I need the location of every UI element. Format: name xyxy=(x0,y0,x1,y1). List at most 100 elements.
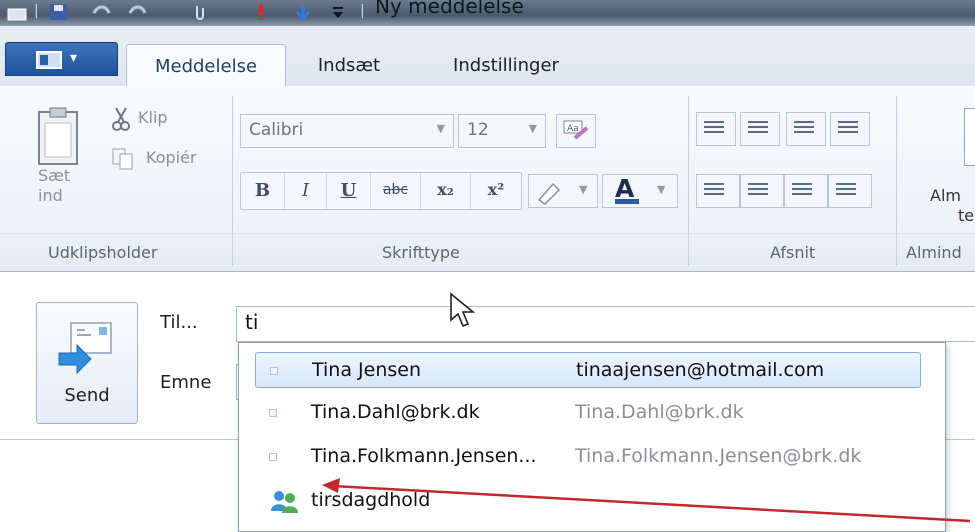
justify-button[interactable] xyxy=(828,174,872,208)
window-icon xyxy=(7,8,27,21)
superscript-button[interactable]: x² xyxy=(471,173,521,209)
copy-button[interactable]: Kopiér xyxy=(110,146,220,174)
paste-label-line1: Sæt xyxy=(38,166,71,185)
clipboard-icon xyxy=(38,107,78,165)
menu-icon xyxy=(36,51,62,69)
chevron-down-icon: ▼ xyxy=(579,183,588,196)
scissors-icon xyxy=(112,107,130,131)
tab-indsaet[interactable]: Indsæt xyxy=(290,44,408,88)
group-label-common: Almind xyxy=(906,243,962,262)
autocomplete-name: Tina.Folkmann.Jensen... xyxy=(311,445,537,467)
strikethrough-button[interactable]: abc xyxy=(371,173,421,209)
copy-label: Kopiér xyxy=(146,148,197,167)
chevron-down-icon: ▼ xyxy=(436,122,445,135)
document-icon xyxy=(964,108,975,166)
common-styles-label-line1: Alm xyxy=(930,186,961,205)
toolbar-separator: | xyxy=(360,3,365,19)
mouse-pointer-icon xyxy=(450,292,476,328)
font-name-value: Calibri xyxy=(249,120,304,140)
window-title: Ny meddelelse xyxy=(375,0,524,18)
to-button[interactable]: Til... xyxy=(160,312,198,333)
font-color-swatch xyxy=(615,199,639,204)
autocomplete-item[interactable]: Tina.Dahl@brk.dk Tina.Dahl@brk.dk xyxy=(255,395,921,431)
increase-indent-button[interactable] xyxy=(830,112,870,146)
autocomplete-name: Tina.Dahl@brk.dk xyxy=(311,401,480,423)
contact-icon xyxy=(269,453,277,461)
bullet-list-button[interactable] xyxy=(740,112,780,146)
highlight-button[interactable]: ▼ xyxy=(528,174,598,208)
contact-icon xyxy=(269,409,277,417)
numbered-list-icon xyxy=(704,121,724,137)
tab-meddelelse[interactable]: Meddelelse xyxy=(126,44,286,88)
low-priority-icon[interactable] xyxy=(294,3,312,21)
svg-text:Aa: Aa xyxy=(567,124,579,134)
application-menu-button[interactable]: ▾ xyxy=(5,42,118,76)
bullet-list-icon xyxy=(748,121,768,137)
autocomplete-item[interactable]: Tina Jensen tinaajensen@hotmail.com xyxy=(255,352,921,388)
paste-button[interactable]: Sæt ind xyxy=(26,96,86,208)
font-size-combo[interactable]: 12 ▼ xyxy=(458,114,546,148)
chevron-down-icon: ▾ xyxy=(70,50,78,66)
group-separator xyxy=(688,96,689,266)
send-button[interactable]: Send xyxy=(36,302,138,424)
ribbon-divider xyxy=(0,233,975,234)
undo-icon[interactable] xyxy=(90,3,112,21)
customize-toolbar-icon[interactable] xyxy=(330,3,346,21)
subscript-button[interactable]: x₂ xyxy=(421,173,471,209)
increase-indent-icon xyxy=(838,121,858,137)
font-name-combo[interactable]: Calibri ▼ xyxy=(240,114,454,148)
save-icon[interactable] xyxy=(48,3,70,21)
italic-button[interactable]: I xyxy=(285,173,327,209)
autocomplete-email: tinaajensen@hotmail.com xyxy=(576,359,825,381)
highlighter-icon xyxy=(537,182,561,205)
align-center-button[interactable] xyxy=(740,174,784,208)
ribbon-tab-row: ▾ Meddelelse Indsæt Indstillinger xyxy=(0,26,975,88)
autocomplete-list: Tina Jensen tinaajensen@hotmail.com Tina… xyxy=(238,342,946,532)
align-left-button[interactable] xyxy=(696,174,740,208)
numbered-list-button[interactable] xyxy=(696,112,736,146)
font-size-value: 12 xyxy=(467,120,489,140)
clear-formatting-button[interactable]: Aa xyxy=(556,114,596,148)
autocomplete-item[interactable]: tirsdagdhold xyxy=(255,483,921,519)
group-label-paragraph: Afsnit xyxy=(770,243,816,262)
ribbon: Sæt ind Klip Kopiér Udklipsholder Calibr… xyxy=(0,86,975,272)
tab-indstillinger[interactable]: Indstillinger xyxy=(424,44,588,88)
cut-button[interactable]: Klip xyxy=(110,106,200,134)
align-center-icon xyxy=(748,183,768,199)
cut-label: Klip xyxy=(138,108,168,127)
group-label-clipboard: Udklipsholder xyxy=(48,243,158,262)
decrease-indent-icon xyxy=(794,121,814,137)
clear-formatting-icon: Aa xyxy=(563,120,589,140)
chevron-down-icon: ▼ xyxy=(657,183,666,196)
toolbar-separator: | xyxy=(34,3,39,19)
send-label: Send xyxy=(64,385,110,406)
align-right-button[interactable] xyxy=(784,174,828,208)
send-mail-icon xyxy=(58,322,112,375)
justify-icon xyxy=(836,183,856,199)
redo-icon[interactable] xyxy=(126,3,148,21)
high-priority-icon[interactable] xyxy=(254,3,268,21)
group-label-font: Skrifttype xyxy=(382,243,460,262)
bold-button[interactable]: B xyxy=(241,173,285,209)
copy-icon xyxy=(112,148,133,170)
autocomplete-email: Tina.Folkmann.Jensen@brk.dk xyxy=(575,445,862,467)
format-buttons: B I U abc x₂ x² xyxy=(240,172,522,210)
group-separator xyxy=(896,96,897,266)
font-color-button[interactable]: A ▼ xyxy=(602,174,678,208)
paste-label-line2: ind xyxy=(38,186,63,205)
attach-icon[interactable] xyxy=(192,3,208,21)
decrease-indent-button[interactable] xyxy=(786,112,826,146)
autocomplete-name: tirsdagdhold xyxy=(311,489,431,511)
quick-access-toolbar: | | Ny meddelelse xyxy=(0,0,975,26)
group-separator xyxy=(232,96,233,266)
autocomplete-email: Tina.Dahl@brk.dk xyxy=(575,401,744,423)
align-left-icon xyxy=(704,183,724,199)
chevron-down-icon: ▼ xyxy=(528,122,537,135)
common-styles-label-line2: te xyxy=(958,206,975,225)
autocomplete-item[interactable]: Tina.Folkmann.Jensen... Tina.Folkmann.Je… xyxy=(255,439,921,475)
subject-label: Emne xyxy=(160,372,212,393)
align-right-icon xyxy=(792,183,812,199)
to-input[interactable]: ti xyxy=(236,306,975,342)
common-styles-button[interactable]: Alm te xyxy=(920,98,975,225)
underline-button[interactable]: U xyxy=(327,173,371,209)
